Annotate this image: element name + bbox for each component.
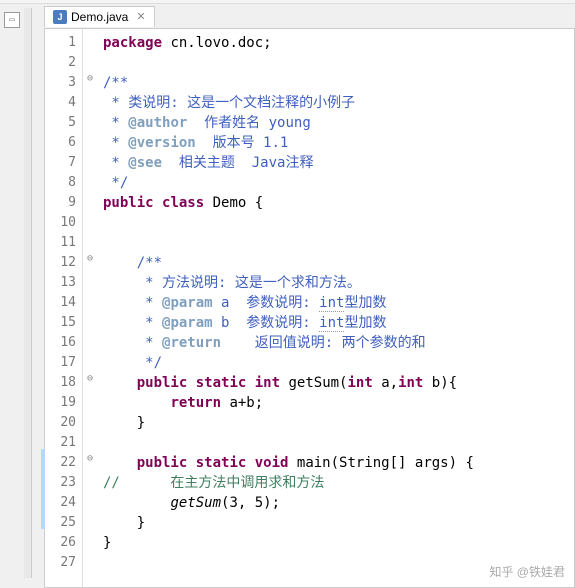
line-number: 8 (45, 173, 82, 193)
fold-toggle-icon[interactable]: ⊖ (83, 449, 97, 469)
line-number: 17 (45, 353, 82, 373)
line-number: 13 (45, 273, 82, 293)
code-line[interactable]: * @author 作者姓名 young (103, 113, 574, 133)
line-number: 7 (45, 153, 82, 173)
code-line[interactable]: * @version 版本号 1.1 (103, 133, 574, 153)
line-number: 24 (45, 493, 82, 513)
code-line[interactable]: /** (103, 253, 574, 273)
line-number: 19 (45, 393, 82, 413)
line-number: 20 (45, 413, 82, 433)
outline-icon[interactable]: ▭ (4, 12, 20, 28)
line-number: 22 (45, 453, 82, 473)
watermark: 知乎 @铁娃君 (489, 563, 565, 580)
code-line[interactable]: * @return 返回值说明: 两个参数的和 (103, 333, 574, 353)
left-margin (24, 8, 32, 578)
line-number: 25 (45, 513, 82, 533)
code-line[interactable]: public static int getSum(int a,int b){ (103, 373, 574, 393)
code-line[interactable]: * @see 相关主题 Java注释 (103, 153, 574, 173)
code-line[interactable] (103, 53, 574, 73)
line-number: 14 (45, 293, 82, 313)
code-area[interactable]: package cn.lovo.doc; /** * 类说明: 这是一个文档注释的… (99, 29, 574, 587)
java-file-icon: J (53, 10, 67, 24)
code-line[interactable]: } (103, 513, 574, 533)
line-number: 15 (45, 313, 82, 333)
line-gutter: 1234567891011121314151617181920212223242… (45, 29, 83, 587)
change-marker (41, 449, 45, 469)
code-line[interactable]: } (103, 413, 574, 433)
line-number: 4 (45, 93, 82, 113)
code-line[interactable]: package cn.lovo.doc; (103, 33, 574, 53)
fold-toggle-icon[interactable]: ⊖ (83, 369, 97, 389)
line-number: 5 (45, 113, 82, 133)
line-number: 3 (45, 73, 82, 93)
line-number: 26 (45, 533, 82, 553)
code-line[interactable]: */ (103, 173, 574, 193)
change-marker (41, 469, 45, 489)
code-line[interactable] (103, 433, 574, 453)
line-number: 12 (45, 253, 82, 273)
code-line[interactable]: */ (103, 353, 574, 373)
code-line[interactable]: return a+b; (103, 393, 574, 413)
line-number: 11 (45, 233, 82, 253)
code-line[interactable] (103, 213, 574, 233)
change-marker (41, 489, 45, 509)
tab-filename: Demo.java (71, 10, 128, 24)
code-line[interactable]: } (103, 533, 574, 553)
line-number: 23 (45, 473, 82, 493)
line-number: 16 (45, 333, 82, 353)
code-line[interactable]: * @param b 参数说明: int型加数 (103, 313, 574, 333)
code-line[interactable]: getSum(3, 5); (103, 493, 574, 513)
code-line[interactable]: // 在主方法中调用求和方法 (103, 473, 574, 493)
line-number: 1 (45, 33, 82, 53)
line-number: 6 (45, 133, 82, 153)
line-number: 21 (45, 433, 82, 453)
change-marker (41, 509, 45, 529)
code-line[interactable] (103, 233, 574, 253)
line-number: 2 (45, 53, 82, 73)
fold-column: ⊖ ⊖ ⊖ ⊖ (83, 29, 99, 587)
line-number: 9 (45, 193, 82, 213)
code-line[interactable]: * @param a 参数说明: int型加数 (103, 293, 574, 313)
code-line[interactable]: * 方法说明: 这是一个求和方法。 (103, 273, 574, 293)
tab-bar: J Demo.java ✕ (44, 4, 155, 28)
line-number: 27 (45, 553, 82, 573)
fold-toggle-icon[interactable]: ⊖ (83, 249, 97, 269)
close-icon[interactable]: ✕ (136, 10, 145, 23)
code-line[interactable]: public class Demo { (103, 193, 574, 213)
editor-tab[interactable]: J Demo.java ✕ (44, 6, 155, 27)
line-number: 18 (45, 373, 82, 393)
code-editor[interactable]: 1234567891011121314151617181920212223242… (44, 28, 575, 588)
code-line[interactable]: * 类说明: 这是一个文档注释的小例子 (103, 93, 574, 113)
code-line[interactable]: public static void main(String[] args) { (103, 453, 574, 473)
fold-toggle-icon[interactable]: ⊖ (83, 69, 97, 89)
line-number: 10 (45, 213, 82, 233)
code-line[interactable]: /** (103, 73, 574, 93)
